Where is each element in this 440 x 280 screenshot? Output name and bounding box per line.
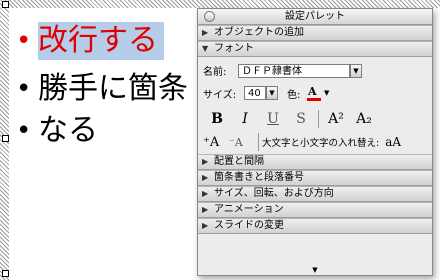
bullet-symbol: •	[16, 26, 32, 56]
resize-handle-middle-left[interactable]	[2, 135, 9, 142]
font-color-picker[interactable]: A ▼	[307, 85, 329, 101]
bullet-item-1[interactable]: • 改行する	[16, 22, 164, 60]
bullet-text[interactable]: 勝手に箇条	[38, 70, 188, 108]
disclosure-right-icon: ▶	[202, 205, 209, 214]
chevron-down-icon: ▼	[324, 89, 330, 97]
section-slide-transition[interactable]: ▶ スライドの変更	[198, 218, 432, 234]
section-bullets-numbering[interactable]: ▶ 箇条書きと段落番号	[198, 170, 432, 186]
bold-button[interactable]: B	[203, 111, 231, 127]
palette-title: 設定パレット	[285, 11, 345, 22]
selection-border-top	[0, 0, 440, 8]
bullet-item-2[interactable]: • 勝手に箇条	[16, 70, 188, 108]
section-add-object[interactable]: ▶ オブジェクトの追加	[198, 25, 432, 41]
formatting-palette: 設定パレット ▶ オブジェクトの追加 ▼ フォント 名前: ＤＦＰ隷書体 ▼ サ…	[197, 8, 433, 276]
section-label: サイズ、回転、および方向	[214, 188, 334, 199]
shrink-font-icon[interactable]: ⁻A	[229, 136, 255, 149]
section-alignment-spacing[interactable]: ▶ 配置と間隔	[198, 154, 432, 170]
disclosure-right-icon: ▶	[202, 221, 209, 230]
toolbar-divider	[258, 133, 259, 151]
disclosure-right-icon: ▶	[202, 189, 209, 198]
palette-titlebar[interactable]: 設定パレット	[198, 9, 432, 25]
toolbar-divider	[318, 110, 319, 128]
font-name-combobox[interactable]: ＤＦＰ隷書体 ▼	[238, 63, 362, 78]
shadow-button[interactable]: S	[287, 111, 315, 127]
change-case-label: 大文字と小文字の入れ替え:	[262, 138, 380, 149]
font-panel: 名前: ＤＦＰ隷書体 ▼ サイズ: 40 ▼ 色: A ▼ B I U S A²…	[198, 57, 432, 154]
grow-font-icon[interactable]: ⁺A	[203, 135, 229, 150]
bullet-symbol: •	[16, 116, 32, 146]
bullet-item-3[interactable]: • なる	[16, 112, 98, 150]
chevron-down-icon[interactable]: ▼	[350, 63, 362, 78]
disclosure-right-icon: ▶	[202, 173, 209, 182]
disclosure-down-icon: ▼	[202, 44, 209, 53]
font-size-label: サイズ:	[203, 89, 237, 101]
font-color-icon: A	[307, 85, 321, 101]
subscript-button[interactable]: A₂	[350, 111, 378, 127]
bullet-text-selected[interactable]: 改行する	[38, 22, 164, 60]
font-size-combobox[interactable]: 40 ▼	[244, 86, 278, 100]
superscript-button[interactable]: A²	[322, 111, 350, 127]
scroll-down-icon[interactable]: ▼	[198, 266, 432, 274]
section-label: オブジェクトの追加	[214, 27, 304, 38]
section-label: スライドの変更	[214, 220, 284, 231]
section-label: 配置と間隔	[214, 156, 264, 167]
font-size-input[interactable]: 40	[244, 86, 266, 100]
resize-handle-top-left[interactable]	[2, 1, 9, 8]
disclosure-right-icon: ▶	[202, 157, 209, 166]
section-size-rotation[interactable]: ▶ サイズ、回転、および方向	[198, 186, 432, 202]
section-animation[interactable]: ▶ アニメーション	[198, 202, 432, 218]
change-case-button[interactable]: aA	[385, 135, 401, 149]
chevron-down-icon[interactable]: ▼	[266, 86, 278, 100]
font-name-label: 名前:	[203, 67, 227, 78]
section-font[interactable]: ▼ フォント	[198, 41, 432, 57]
section-label: アニメーション	[214, 204, 284, 215]
bullet-text[interactable]: なる	[38, 112, 98, 150]
close-icon[interactable]	[204, 11, 215, 22]
resize-handle-bottom-left[interactable]	[2, 270, 9, 277]
section-label: 箇条書きと段落番号	[214, 172, 304, 183]
font-name-input[interactable]: ＤＦＰ隷書体	[238, 63, 350, 78]
disclosure-right-icon: ▶	[202, 28, 209, 37]
font-color-label: 色:	[287, 89, 301, 101]
underline-button[interactable]: U	[259, 111, 287, 127]
section-label: フォント	[214, 43, 254, 54]
italic-button[interactable]: I	[231, 111, 259, 127]
bullet-symbol: •	[16, 74, 32, 104]
